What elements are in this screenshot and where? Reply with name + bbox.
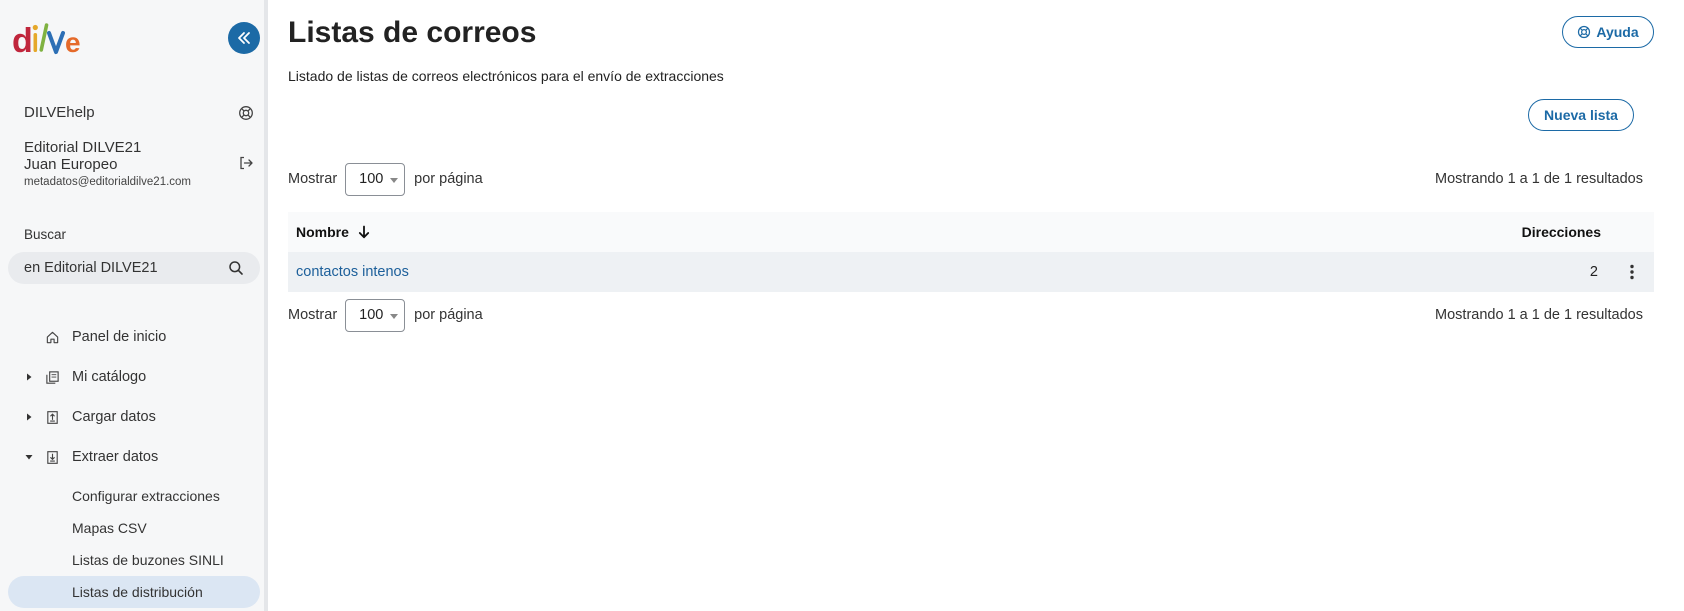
dilve-logo[interactable]: d e [12, 18, 92, 60]
lifebuoy-icon[interactable] [238, 105, 254, 121]
show-label: Mostrar [288, 171, 338, 187]
sidebar-item-panel-de-inicio[interactable]: Panel de inicio [0, 317, 268, 357]
home-icon [44, 329, 60, 345]
list-name-link[interactable]: contactos intenos [296, 264, 409, 280]
results-summary: Mostrando 1 a 1 de 1 resultados [1435, 171, 1643, 187]
subnav-label: Configurar extracciones [72, 488, 220, 504]
sidebar-item-extraer-datos[interactable]: Extraer datos [0, 437, 268, 477]
show-label: Mostrar [288, 307, 338, 323]
table-row: contactos intenos 2 [288, 252, 1654, 292]
collapse-sidebar-button[interactable] [228, 22, 260, 54]
user-company: Editorial DILVE21 [24, 139, 142, 156]
subnav-label: Listas de buzones SINLI [72, 552, 224, 568]
svg-text:d: d [12, 22, 33, 60]
dilve-logo-mark: d e [12, 22, 81, 60]
per-page-select[interactable]: 100 [345, 162, 406, 196]
caret-right-icon[interactable] [24, 412, 34, 422]
catalog-icon [44, 369, 60, 385]
search-icon[interactable] [228, 260, 244, 276]
user-info: Editorial DILVE21 Juan Europeo metadatos… [24, 139, 254, 191]
page-title: Listas de correos [288, 16, 537, 49]
app: d e DILVEhelp Editorial DILVE21 Juan Eur… [0, 0, 1684, 611]
subnav-label: Listas de distribución [72, 584, 203, 600]
mailing-lists-table: Nombre Direcciones contactos intenos 2 [288, 212, 1654, 292]
per-page-value: 100 [359, 171, 384, 187]
addresses-count: 2 [1589, 264, 1598, 280]
page-subtitle: Listado de listas de correos electrónico… [288, 68, 724, 84]
chevrons-left-icon [238, 32, 250, 44]
download-icon [44, 449, 60, 465]
subnav-label: Mapas CSV [72, 520, 147, 536]
sidebar-item-label: Extraer datos [72, 449, 159, 465]
column-header-name[interactable]: Nombre [296, 224, 371, 240]
table-header: Nombre Direcciones [288, 212, 1654, 252]
sort-arrow-down-icon [358, 225, 370, 239]
dilvehelp-label: DILVEhelp [24, 104, 95, 121]
pager-top: Mostrar 100 por página Mostrando 1 a 1 d… [288, 162, 1643, 196]
chevron-down-icon [390, 313, 399, 319]
sidebar-item-label: Cargar datos [72, 409, 156, 425]
column-label: Nombre [296, 224, 349, 240]
user-name: Juan Europeo [24, 156, 118, 173]
more-vertical-icon[interactable] [1624, 262, 1640, 282]
svg-text:e: e [65, 27, 81, 58]
per-page-select[interactable]: 100 [345, 298, 406, 332]
pager-bottom: Mostrar 100 por página Mostrando 1 a 1 d… [288, 298, 1643, 332]
search-label: Buscar [24, 227, 67, 242]
help-button[interactable]: Ayuda [1562, 16, 1654, 48]
results-summary: Mostrando 1 a 1 de 1 resultados [1435, 307, 1643, 323]
per-page-value: 100 [359, 307, 384, 323]
column-header-addresses[interactable]: Direcciones [1522, 224, 1601, 240]
subnav-listas-distribucion[interactable]: Listas de distribución [8, 576, 260, 608]
caret-right-icon[interactable] [24, 372, 34, 382]
lifebuoy-icon [1578, 25, 1591, 39]
new-list-button[interactable]: Nueva lista [1528, 99, 1634, 131]
chevron-down-icon [390, 177, 399, 183]
search-box [8, 252, 260, 284]
caret-down-icon[interactable] [24, 452, 34, 462]
sidebar-item-label: Mi catálogo [72, 369, 147, 385]
sidebar-item-mi-catalogo[interactable]: Mi catálogo [0, 357, 268, 397]
sidebar-item-cargar-datos[interactable]: Cargar datos [0, 397, 268, 437]
sidebar: d e DILVEhelp Editorial DILVE21 Juan Eur… [0, 0, 268, 611]
dilvehelp-row[interactable]: DILVEhelp [24, 104, 254, 121]
upload-icon [44, 409, 60, 425]
main-content: Listas de correos Ayuda Listado de lista… [268, 0, 1684, 611]
per-page-label: por página [414, 171, 483, 187]
search-input[interactable] [24, 260, 214, 276]
user-email: metadatos@editorialdilve21.com [24, 176, 192, 188]
help-button-label: Ayuda [1596, 24, 1639, 40]
subnav-mapas-csv[interactable]: Mapas CSV [8, 512, 260, 544]
subnav-configurar-extracciones[interactable]: Configurar extracciones [8, 480, 260, 512]
logout-icon[interactable] [238, 155, 254, 171]
subnav-listas-buzones-sinli[interactable]: Listas de buzones SINLI [8, 544, 260, 576]
sidebar-item-label: Panel de inicio [72, 329, 167, 345]
sidebar-nav: Panel de inicio Mi catálogo Cargar datos [0, 317, 268, 608]
per-page-label: por página [414, 307, 483, 323]
